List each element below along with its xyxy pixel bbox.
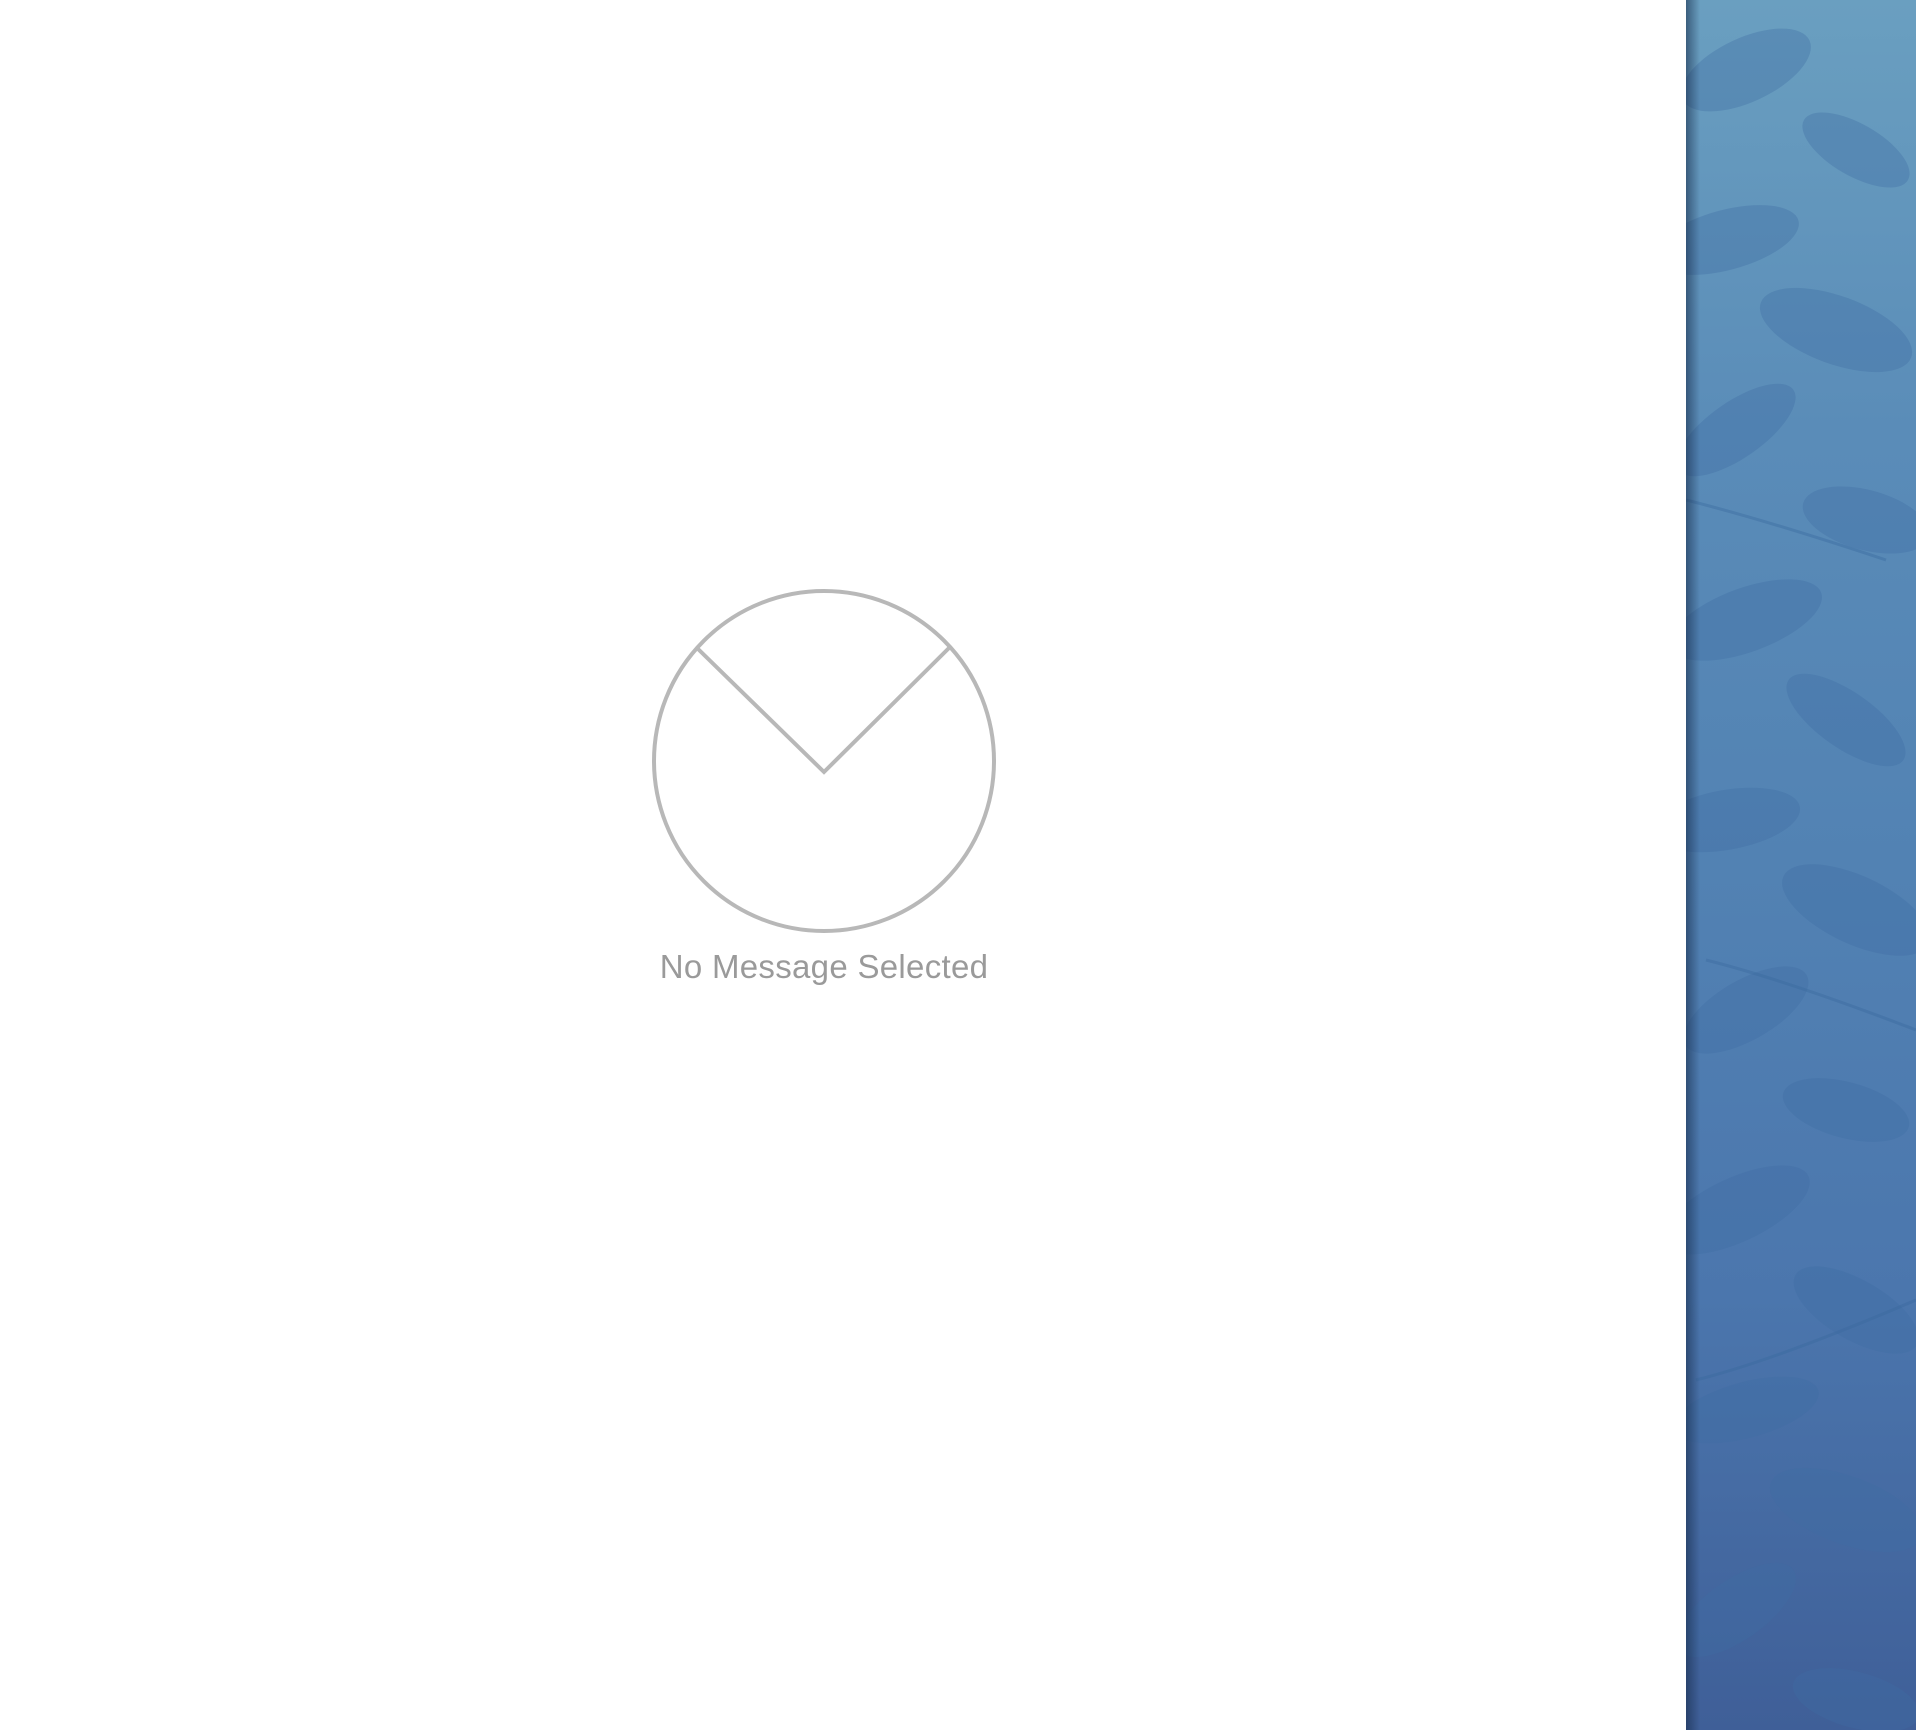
window-edge-shadow — [1686, 0, 1700, 1730]
screen: No Message Selected — [0, 0, 1916, 1730]
message-viewer-pane: No Message Selected — [0, 0, 1686, 1730]
envelope-outline-icon — [652, 589, 996, 933]
desktop-wallpaper — [1686, 0, 1916, 1730]
no-message-selected-label: No Message Selected — [659, 948, 989, 985]
leaf-pattern — [1686, 28, 1916, 1730]
empty-state: No Message Selected — [0, 0, 1650, 1730]
